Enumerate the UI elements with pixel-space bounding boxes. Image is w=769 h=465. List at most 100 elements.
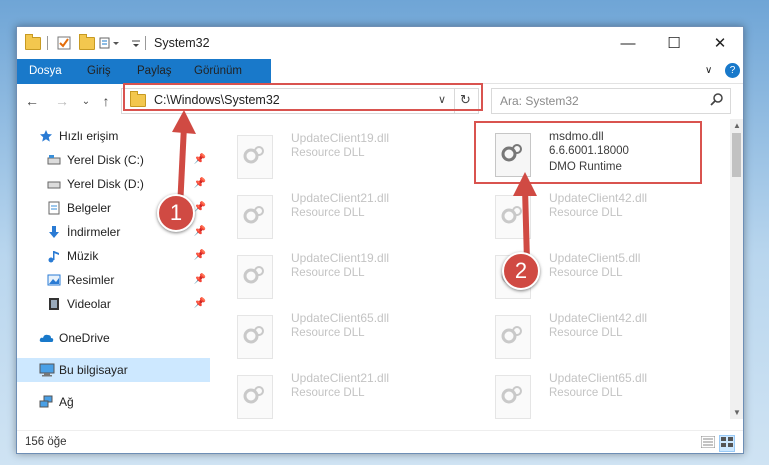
tab-home[interactable]: Giriş	[87, 59, 111, 83]
pin-icon[interactable]: 📌	[194, 298, 206, 309]
network-icon	[39, 395, 53, 409]
tab-share[interactable]: Paylaş	[137, 59, 172, 83]
properties-icon[interactable]	[57, 35, 71, 51]
annotation-badge-1: 1	[157, 194, 195, 232]
music-icon	[47, 249, 61, 263]
maximize-button[interactable]: ☐	[651, 27, 697, 59]
divider	[47, 35, 48, 51]
folder-icon	[25, 33, 41, 51]
folder-icon	[130, 91, 146, 107]
file-name: UpdateClient5.dll	[549, 251, 641, 265]
file-name: UpdateClient19.dll	[291, 131, 390, 145]
sidebar-item-videos[interactable]: Videolar 📌	[17, 292, 210, 316]
up-arrow-icon[interactable]: ↑	[97, 92, 115, 110]
pictures-icon	[47, 273, 61, 287]
minimize-button[interactable]: —	[605, 27, 651, 59]
divider	[145, 35, 146, 51]
scrollbar-thumb[interactable]	[732, 133, 741, 177]
cloud-icon	[39, 331, 54, 345]
drive-icon	[47, 177, 61, 191]
pin-icon[interactable]: 📌	[194, 226, 206, 237]
file-type: Resource DLL	[549, 387, 623, 399]
list-item[interactable]: UpdateClient19.dll Resource DLL	[219, 125, 449, 183]
file-name: UpdateClient42.dll	[549, 191, 648, 205]
list-item[interactable]: UpdateClient21.dll Resource DLL	[219, 365, 449, 423]
list-item[interactable]: UpdateClient19.dll Resource DLL	[219, 245, 449, 303]
sidebar-item-label: Belgeler	[67, 201, 112, 215]
list-item[interactable]: UpdateClient42.dll Resource DLL	[477, 305, 707, 363]
recent-chevron-icon[interactable]: ⌄	[77, 92, 95, 110]
file-name: UpdateClient42.dll	[549, 311, 648, 325]
pin-icon[interactable]: 📌	[194, 274, 206, 285]
drive-icon	[47, 153, 61, 167]
address-path: C:\Windows\System32	[154, 93, 280, 107]
file-type: Resource DLL	[549, 267, 623, 279]
title-bar: System32 — ☐ ✕	[17, 27, 743, 59]
scroll-up-icon[interactable]: ▲	[733, 121, 741, 130]
sidebar-item-label: OneDrive	[59, 331, 110, 345]
file-name: UpdateClient21.dll	[291, 191, 390, 205]
star-icon	[39, 129, 53, 143]
sidebar-item-label: İndirmeler	[67, 225, 121, 239]
list-item[interactable]: UpdateClient65.dll Resource DLL	[219, 305, 449, 363]
refresh-icon[interactable]: ↻	[460, 92, 471, 108]
chevron-down-icon[interactable]: ∨	[438, 93, 446, 106]
forward-arrow-icon[interactable]: →	[53, 92, 71, 110]
details-view-icon[interactable]	[700, 435, 716, 451]
file-name: UpdateClient65.dll	[291, 311, 390, 325]
dll-file-icon	[237, 195, 273, 239]
help-icon[interactable]: ?	[725, 63, 740, 78]
search-placeholder: Ara: System32	[500, 94, 579, 108]
sidebar-item-label: Resimler	[67, 273, 115, 287]
list-item[interactable]: UpdateClient21.dll Resource DLL	[219, 185, 449, 243]
chevron-down-icon[interactable]: ∨	[705, 59, 712, 83]
file-list: UpdateClient19.dll Resource DLL UpdateCl…	[211, 119, 730, 419]
sidebar-item-music[interactable]: Müzik 📌	[17, 244, 210, 268]
file-type: Resource DLL	[291, 387, 365, 399]
file-description: DMO Runtime	[549, 161, 622, 173]
sidebar-item-pictures[interactable]: Resimler 📌	[17, 268, 210, 292]
file-type: Resource DLL	[549, 207, 623, 219]
pin-icon[interactable]: 📌	[194, 250, 206, 261]
dll-file-icon	[237, 255, 273, 299]
explorer-window: System32 — ☐ ✕ Dosya Giriş Paylaş Görünü…	[16, 26, 744, 454]
file-name: UpdateClient19.dll	[291, 251, 390, 265]
search-icon[interactable]	[710, 92, 724, 109]
item-count: 156 öğe	[25, 436, 67, 448]
tiles-view-icon[interactable]	[719, 435, 735, 452]
dropdown-arrow-icon[interactable]	[131, 35, 141, 51]
documents-icon	[47, 201, 61, 215]
sidebar-item-label: Bu bilgisayar	[59, 363, 128, 377]
dll-file-icon	[495, 315, 531, 359]
sidebar-item-label: Yerel Disk (D:)	[67, 177, 144, 191]
file-type: Resource DLL	[291, 267, 365, 279]
file-version: 6.6.6001.18000	[549, 145, 629, 157]
annotation-badge-2: 2	[502, 252, 540, 290]
search-input[interactable]: Ara: System32	[491, 88, 731, 114]
file-name: msdmo.dll	[549, 129, 604, 143]
sidebar-item-label: Videolar	[67, 297, 111, 311]
divider	[454, 89, 455, 113]
tab-view[interactable]: Görünüm	[194, 59, 242, 83]
new-folder-icon[interactable]	[79, 33, 95, 51]
back-arrow-icon[interactable]: ←	[23, 92, 41, 110]
status-bar: 156 öğe	[17, 430, 743, 453]
computer-icon	[39, 363, 55, 377]
sidebar-item-label: Hızlı erişim	[59, 129, 119, 143]
customize-quick-access-icon[interactable]	[99, 35, 123, 51]
sidebar-item-label: Ağ	[59, 395, 74, 409]
window-title: System32	[154, 36, 210, 50]
scroll-down-icon[interactable]: ▼	[733, 408, 741, 417]
sidebar-item-label: Yerel Disk (C:)	[67, 153, 144, 167]
sidebar-item-this-pc[interactable]: Bu bilgisayar	[17, 358, 210, 382]
file-name: UpdateClient21.dll	[291, 371, 390, 385]
address-row: ← → ⌄ ↑ C:\Windows\System32 ∨ ↻ Ara: Sys…	[17, 83, 743, 118]
sidebar-item-network[interactable]: Ağ	[17, 390, 210, 414]
file-name: UpdateClient65.dll	[549, 371, 648, 385]
vertical-scrollbar[interactable]: ▲ ▼	[730, 119, 743, 419]
dll-file-icon	[495, 375, 531, 419]
close-button[interactable]: ✕	[697, 27, 743, 59]
sidebar-item-onedrive[interactable]: OneDrive	[17, 326, 210, 350]
list-item[interactable]: UpdateClient65.dll Resource DLL	[477, 365, 707, 423]
dll-file-icon	[237, 315, 273, 359]
